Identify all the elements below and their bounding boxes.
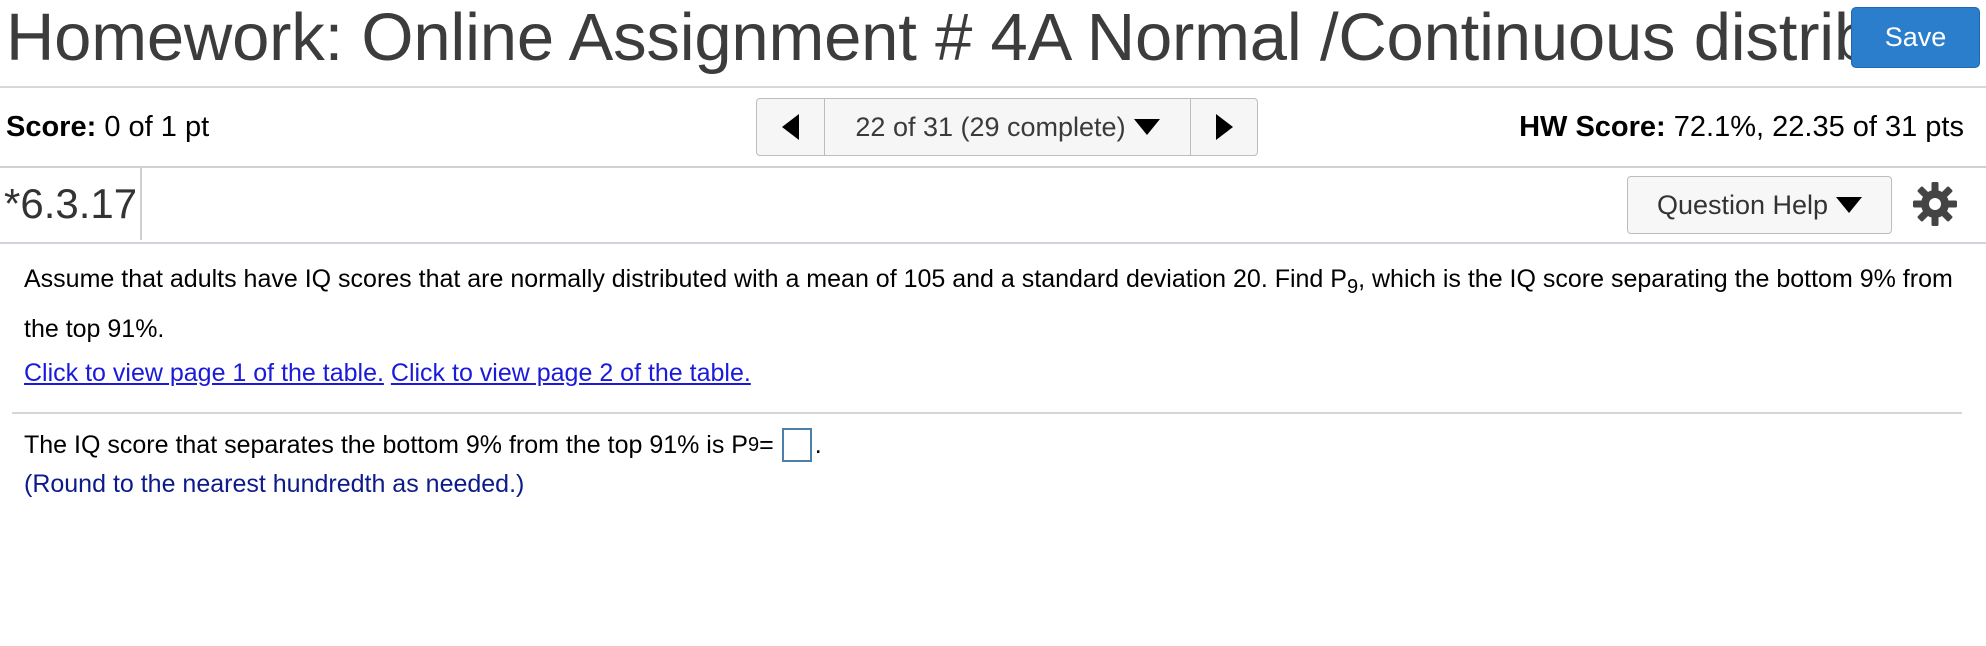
hw-score-value: 72.1%, 22.35 of 31 pts xyxy=(1673,111,1964,143)
homework-title: Homework: Online Assignment # 4A Normal … xyxy=(6,0,1909,75)
question-text-subscript: 9 xyxy=(1346,276,1359,298)
answer-subscript: 9 xyxy=(747,433,760,456)
table-page-1-link[interactable]: Click to view page 1 of the table. xyxy=(24,359,384,387)
triangle-right-icon xyxy=(1216,114,1233,140)
caret-down-icon xyxy=(1133,119,1160,135)
question-number: *6.3.17 xyxy=(4,168,142,240)
question-text-part1: Assume that adults have IQ scores that a… xyxy=(24,265,1347,293)
question-score: Score: 0 of 1 pt xyxy=(6,111,209,144)
answer-input[interactable] xyxy=(781,428,812,462)
triangle-left-icon xyxy=(781,114,799,140)
question-help-button[interactable]: Question Help xyxy=(1627,176,1892,234)
answer-prefix: The IQ score that separates the bottom 9… xyxy=(24,430,748,459)
question-text: Assume that adults have IQ scores that a… xyxy=(24,258,1964,350)
page: Homework: Online Assignment # 4A Normal … xyxy=(0,0,1986,646)
answer-line: The IQ score that separates the bottom 9… xyxy=(24,428,822,462)
homework-score: HW Score: 72.1%, 22.35 of 31 pts xyxy=(1519,111,1964,144)
question-select-value: 22 of 31 (29 complete) xyxy=(855,111,1126,142)
question-select[interactable]: 22 of 31 (29 complete) xyxy=(825,99,1191,155)
score-label: Score: xyxy=(6,111,97,143)
question-help-label: Question Help xyxy=(1656,189,1829,220)
question-navigator: 22 of 31 (29 complete) xyxy=(756,98,1258,156)
previous-question-button[interactable] xyxy=(757,99,825,155)
answer-suffix: . xyxy=(814,430,822,459)
score-row: Score: 0 of 1 pt 22 of 31 (29 complete) xyxy=(0,88,1986,168)
score-value: 0 of 1 pt xyxy=(104,111,210,143)
next-question-button[interactable] xyxy=(1191,99,1257,155)
question-header: *6.3.17 Question Help xyxy=(0,168,1986,244)
gear-icon[interactable] xyxy=(1913,182,1957,226)
caret-down-icon xyxy=(1836,197,1863,213)
table-links: Click to view page 1 of the table. Click… xyxy=(24,359,751,388)
answer-equals: = xyxy=(759,430,774,459)
save-button[interactable]: Save xyxy=(1851,7,1980,68)
title-bar: Homework: Online Assignment # 4A Normal … xyxy=(0,0,1986,88)
divider xyxy=(12,412,1962,414)
rounding-hint: (Round to the nearest hundredth as neede… xyxy=(24,470,525,498)
table-page-2-link[interactable]: Click to view page 2 of the table. xyxy=(391,359,751,387)
hw-score-label: HW Score: xyxy=(1519,111,1666,143)
